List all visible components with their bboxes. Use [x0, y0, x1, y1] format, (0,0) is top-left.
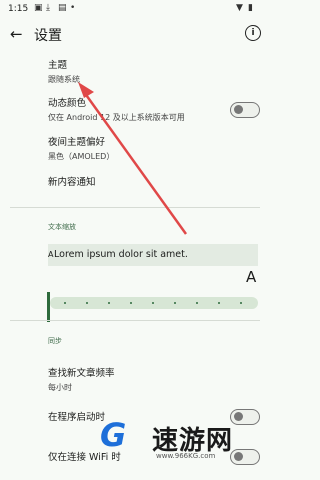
frequency-setting[interactable]: 查找新文章频率 每小时 — [48, 368, 115, 393]
theme-title: 主题 — [48, 60, 68, 71]
watermark: G 速游网 www.966KG.com — [100, 410, 270, 470]
text-scale-preview: Lorem ipsum dolor sit amet. — [48, 244, 258, 266]
dynamic-color-toggle[interactable] — [230, 102, 260, 118]
night-theme-title: 夜间主题偏好 — [48, 137, 106, 148]
watermark-url: www.966KG.com — [156, 452, 216, 460]
text-scale-section-label: 文本缩放 — [48, 223, 76, 231]
watermark-logo-icon: G — [100, 416, 127, 454]
sd-card-icon: ▤ — [58, 3, 67, 13]
slider-tick — [64, 302, 66, 304]
new-content-setting[interactable]: 新内容通知 — [48, 177, 96, 189]
theme-setting[interactable]: 主题 跟随系统 — [48, 60, 80, 85]
frequency-subtitle: 每小时 — [48, 383, 72, 392]
new-content-title: 新内容通知 — [48, 177, 96, 188]
start-sync-title: 在程序启动时 — [48, 412, 106, 423]
slider-tick — [240, 302, 242, 304]
page-title: 设置 — [34, 28, 62, 44]
slider-tick — [152, 302, 154, 304]
slider-tick — [86, 302, 88, 304]
slider-tick — [108, 302, 110, 304]
status-time: 1:15 — [8, 4, 29, 14]
wifi-icon: ▼ — [236, 3, 243, 13]
slider-tick — [174, 302, 176, 304]
download-icon: ⤓ — [46, 3, 50, 13]
dynamic-color-setting[interactable]: 动态颜色 仅在 Android 12 及以上系统版本可用 — [48, 98, 223, 123]
arrow-head — [78, 82, 94, 98]
dynamic-color-title: 动态颜色 — [48, 98, 87, 109]
large-a-label: A — [246, 268, 257, 286]
divider — [10, 207, 260, 208]
info-icon[interactable]: i — [245, 25, 261, 41]
app-bar: ← 设置 i — [0, 20, 270, 50]
slider-tick — [218, 302, 220, 304]
slider-thumb[interactable] — [47, 292, 50, 322]
frequency-title: 查找新文章频率 — [48, 368, 115, 379]
slider-tick — [130, 302, 132, 304]
start-sync-setting[interactable]: 在程序启动时 — [48, 412, 105, 424]
annotation-arrow — [78, 82, 188, 235]
back-arrow-icon[interactable]: ← — [10, 25, 28, 43]
battery-icon: ▮ — [248, 3, 253, 13]
dot-icon: • — [70, 3, 76, 13]
sync-section-label: 同步 — [48, 337, 62, 345]
dynamic-color-subtitle: 仅在 Android 12 及以上系统版本可用 — [48, 113, 185, 122]
theme-subtitle: 跟随系统 — [48, 75, 80, 84]
night-theme-subtitle: 黑色（AMOLED） — [48, 152, 115, 161]
night-theme-setting[interactable]: 夜间主题偏好 黑色（AMOLED） — [48, 137, 114, 162]
slider-tick — [196, 302, 198, 304]
status-bar: 1:15 ▣ ⤓ ▤ • ▼ ▮ — [0, 0, 270, 20]
small-a-label: A — [48, 250, 54, 259]
divider — [10, 320, 260, 321]
text-scale-slider[interactable] — [50, 297, 258, 309]
notification-icon: ▣ — [34, 3, 43, 13]
